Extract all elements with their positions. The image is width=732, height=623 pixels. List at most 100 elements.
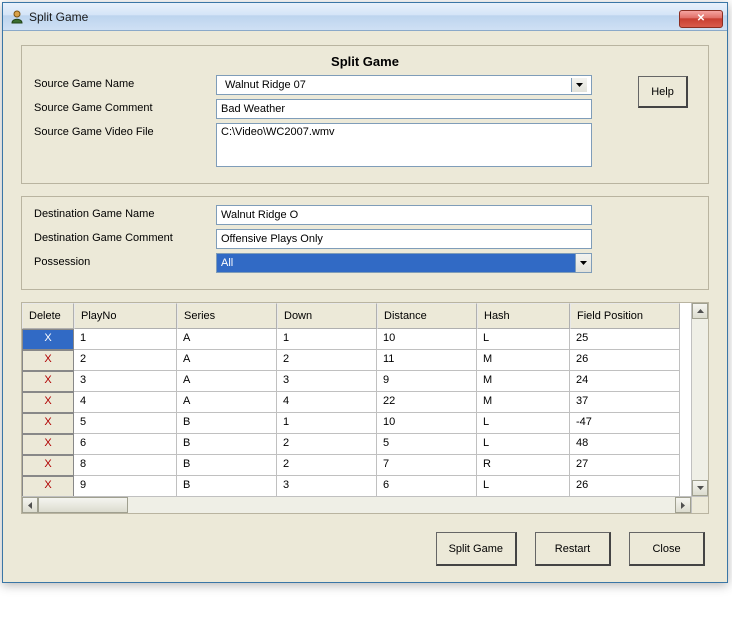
cell-distance[interactable]: 10 [377, 413, 477, 434]
help-button[interactable]: Help [638, 76, 688, 108]
split-game-button[interactable]: Split Game [436, 532, 517, 566]
possession-combo[interactable]: All [216, 253, 592, 273]
cell-hash[interactable]: M [477, 392, 570, 413]
source-group: Split Game Help Source Game Name Walnut … [21, 45, 709, 184]
cell-fieldpos[interactable]: 26 [570, 350, 680, 371]
cell-distance[interactable]: 9 [377, 371, 477, 392]
scroll-thumb[interactable] [38, 497, 128, 513]
column-header[interactable]: PlayNo [74, 303, 177, 329]
scroll-right-button[interactable] [675, 497, 691, 513]
cell-playno[interactable]: 9 [74, 476, 177, 497]
column-header[interactable]: Hash [477, 303, 570, 329]
cell-hash[interactable]: R [477, 455, 570, 476]
column-header[interactable]: Delete [22, 303, 74, 329]
scroll-track[interactable] [692, 319, 708, 480]
cell-distance[interactable]: 22 [377, 392, 477, 413]
table-row: X5B110L-47 [22, 413, 691, 434]
cell-playno[interactable]: 6 [74, 434, 177, 455]
cell-playno[interactable]: 5 [74, 413, 177, 434]
close-button[interactable]: Close [629, 532, 705, 566]
source-video-field[interactable]: C:\Video\WC2007.wmv [216, 123, 592, 167]
cell-down[interactable]: 2 [277, 455, 377, 476]
dest-name-field[interactable]: Walnut Ridge O [216, 205, 592, 225]
cell-down[interactable]: 2 [277, 434, 377, 455]
scroll-track[interactable] [38, 497, 675, 513]
dest-comment-label: Destination Game Comment [34, 229, 216, 244]
scroll-down-button[interactable] [692, 480, 708, 496]
possession-label: Possession [34, 253, 216, 268]
dropdown-button[interactable] [575, 254, 591, 272]
cell-fieldpos[interactable]: 48 [570, 434, 680, 455]
cell-series[interactable]: B [177, 413, 277, 434]
delete-cell[interactable]: X [22, 434, 74, 455]
cell-series[interactable]: A [177, 371, 277, 392]
dest-comment-field[interactable]: Offensive Plays Only [216, 229, 592, 249]
close-icon: ✕ [697, 13, 705, 24]
source-name-label: Source Game Name [34, 75, 216, 90]
cell-series[interactable]: A [177, 350, 277, 371]
close-label: Close [652, 543, 680, 555]
column-header[interactable]: Series [177, 303, 277, 329]
source-name-combo[interactable]: Walnut Ridge 07 [216, 75, 592, 95]
cell-down[interactable]: 4 [277, 392, 377, 413]
cell-hash[interactable]: L [477, 329, 570, 350]
cell-series[interactable]: B [177, 476, 277, 497]
cell-distance[interactable]: 7 [377, 455, 477, 476]
cell-series[interactable]: A [177, 392, 277, 413]
cell-playno[interactable]: 1 [74, 329, 177, 350]
cell-playno[interactable]: 4 [74, 392, 177, 413]
cell-fieldpos[interactable]: 24 [570, 371, 680, 392]
delete-cell[interactable]: X [22, 392, 74, 413]
cell-playno[interactable]: 2 [74, 350, 177, 371]
cell-series[interactable]: B [177, 455, 277, 476]
delete-cell[interactable]: X [22, 413, 74, 434]
cell-distance[interactable]: 5 [377, 434, 477, 455]
scroll-up-button[interactable] [692, 303, 708, 319]
delete-cell[interactable]: X [22, 350, 74, 371]
delete-cell[interactable]: X [22, 329, 74, 350]
restart-button[interactable]: Restart [535, 532, 611, 566]
table-row: X1A110L25 [22, 329, 691, 350]
dest-name-value: Walnut Ridge O [221, 209, 298, 221]
destination-group: Destination Game Name Walnut Ridge O Des… [21, 196, 709, 290]
cell-down[interactable]: 1 [277, 329, 377, 350]
cell-down[interactable]: 1 [277, 413, 377, 434]
cell-hash[interactable]: L [477, 413, 570, 434]
vertical-scrollbar[interactable] [691, 303, 708, 496]
delete-cell[interactable]: X [22, 371, 74, 392]
cell-distance[interactable]: 6 [377, 476, 477, 497]
window-close-button[interactable]: ✕ [679, 10, 723, 28]
cell-fieldpos[interactable]: 27 [570, 455, 680, 476]
cell-down[interactable]: 2 [277, 350, 377, 371]
cell-hash[interactable]: M [477, 371, 570, 392]
cell-distance[interactable]: 10 [377, 329, 477, 350]
possession-value: All [217, 254, 575, 272]
cell-down[interactable]: 3 [277, 476, 377, 497]
column-header[interactable]: Down [277, 303, 377, 329]
cell-fieldpos[interactable]: 37 [570, 392, 680, 413]
cell-playno[interactable]: 8 [74, 455, 177, 476]
chevron-down-icon [580, 261, 587, 265]
cell-down[interactable]: 3 [277, 371, 377, 392]
dropdown-button[interactable] [571, 78, 587, 92]
cell-hash[interactable]: L [477, 476, 570, 497]
cell-hash[interactable]: L [477, 434, 570, 455]
source-comment-field[interactable]: Bad Weather [216, 99, 592, 119]
cell-fieldpos[interactable]: 25 [570, 329, 680, 350]
delete-cell[interactable]: X [22, 455, 74, 476]
column-header[interactable]: Field Position [570, 303, 680, 329]
cell-fieldpos[interactable]: 26 [570, 476, 680, 497]
cell-fieldpos[interactable]: -47 [570, 413, 680, 434]
cell-playno[interactable]: 3 [74, 371, 177, 392]
delete-cell[interactable]: X [22, 476, 74, 497]
cell-series[interactable]: A [177, 329, 277, 350]
cell-distance[interactable]: 11 [377, 350, 477, 371]
scroll-left-button[interactable] [22, 497, 38, 513]
horizontal-scrollbar[interactable] [22, 496, 691, 513]
cell-series[interactable]: B [177, 434, 277, 455]
cell-hash[interactable]: M [477, 350, 570, 371]
column-header[interactable]: Distance [377, 303, 477, 329]
titlebar[interactable]: Split Game ✕ [3, 3, 727, 31]
group-title: Split Game [34, 54, 696, 69]
chevron-up-icon [697, 309, 704, 313]
